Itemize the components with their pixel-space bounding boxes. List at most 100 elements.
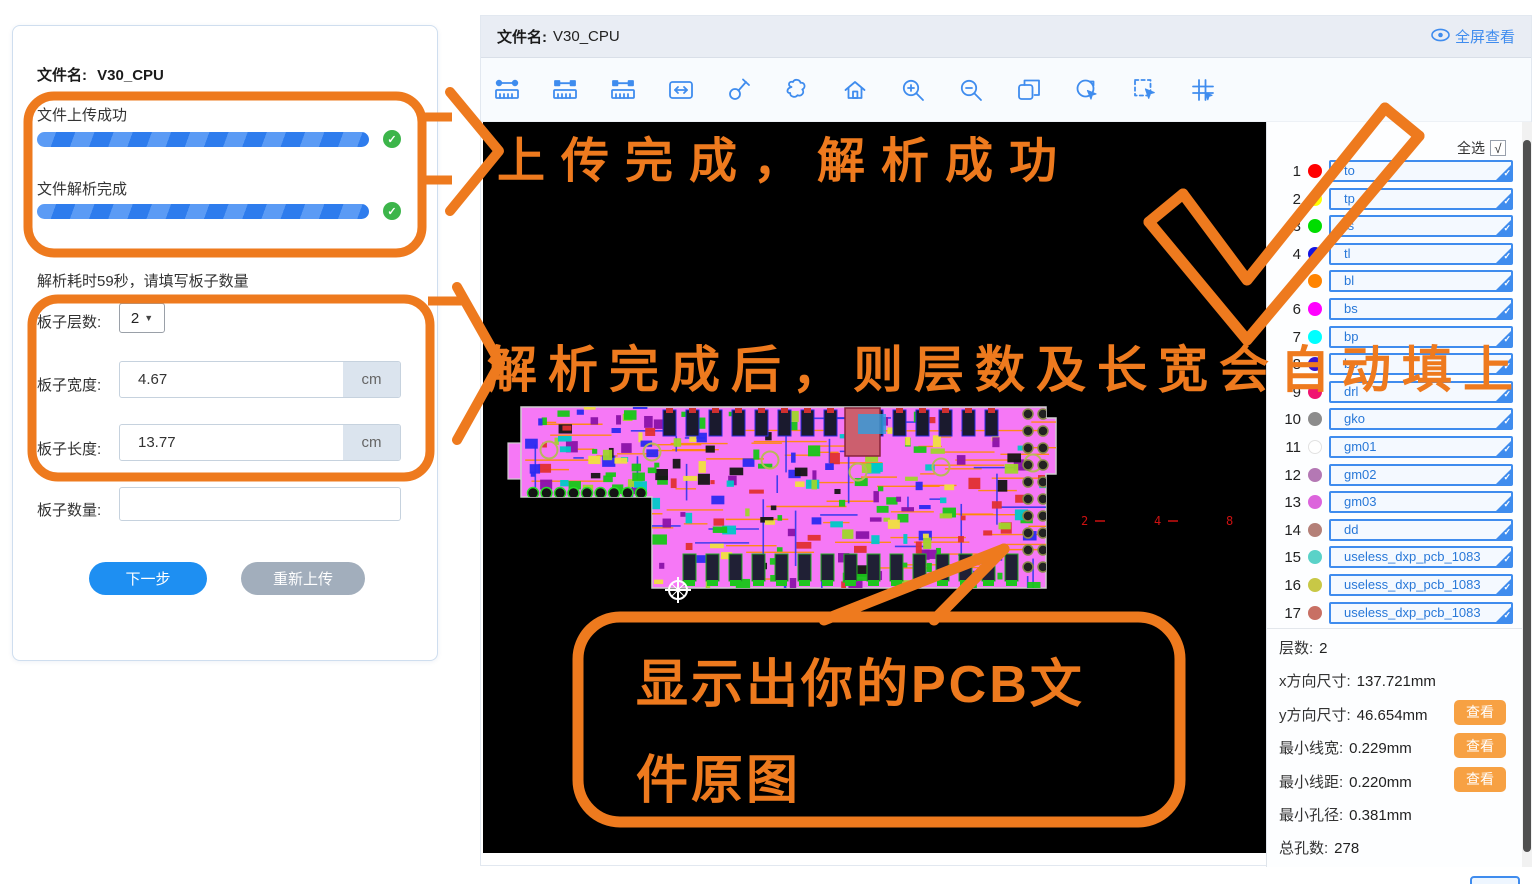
layer-name-input[interactable]: useless_dxp_pcb_1083✓ (1329, 546, 1513, 568)
layers-select-value: 2 (131, 310, 139, 327)
rotate-select-icon[interactable] (1065, 70, 1109, 110)
upload-status-text: 文件上传成功 (37, 104, 127, 125)
board-info-row: y方向尺寸:46.654mm查看 (1267, 696, 1522, 729)
chevron-down-icon: ▼ (144, 313, 153, 323)
layer-row: 14dd✓ (1267, 519, 1522, 546)
quantity-input[interactable] (119, 487, 401, 521)
info-value: 0.220mm (1349, 774, 1412, 791)
layer-color-dot (1308, 219, 1322, 233)
layer-name-input[interactable]: ts✓ (1329, 215, 1513, 237)
scale-mark: 4 (1154, 514, 1161, 528)
check-icon: ✓ (1503, 523, 1511, 541)
sidebar-scrollbar[interactable] (1522, 122, 1532, 867)
reupload-button[interactable]: 重新上传 (241, 562, 365, 595)
annotation-note-top: 上传完成，解析成功 (497, 121, 1073, 191)
layer-name-input[interactable]: gm03✓ (1329, 491, 1513, 513)
board-info-block: 层数:2x方向尺寸:137.721mmy方向尺寸:46.654mm查看最小线宽:… (1267, 628, 1522, 863)
layer-color-dot (1308, 495, 1322, 509)
pcb-canvas[interactable]: 2 4 8 (483, 122, 1266, 853)
check-icon: ✓ (1503, 468, 1511, 486)
check-icon: ✓ (1503, 247, 1511, 265)
length-unit: cm (343, 425, 400, 460)
board-info-row: 最小线宽:0.229mm查看 (1267, 729, 1522, 762)
next-step-button[interactable]: 下一步 (89, 562, 207, 595)
freeform-shape-icon[interactable] (775, 70, 819, 110)
layer-row: 5 bl✓ (1267, 270, 1522, 297)
measure-pads2-icon[interactable] (601, 70, 645, 110)
annotation-callout-line1: 显示出你的PCB文 (636, 642, 1085, 717)
layer-number: 16 (1273, 577, 1301, 594)
layer-name-input[interactable]: gm02✓ (1329, 464, 1513, 486)
layer-color-dot (1308, 247, 1322, 261)
home-icon[interactable] (833, 70, 877, 110)
length-value: 13.77 (120, 425, 343, 460)
layer-color-dot (1308, 550, 1322, 564)
layers-select[interactable]: 2 ▼ (119, 303, 165, 333)
layer-row: 10gko✓ (1267, 408, 1522, 435)
scale-mark: 8 (1226, 514, 1233, 528)
layer-color-dot (1308, 192, 1322, 206)
info-label: 层数: (1279, 640, 1313, 657)
scrollbar-thumb[interactable] (1523, 140, 1531, 852)
layer-row: 6bs✓ (1267, 298, 1522, 325)
parse-progress-bar (37, 204, 369, 219)
layer-name-input[interactable]: gko✓ (1329, 408, 1513, 430)
file-name-value: V30_CPU (97, 67, 164, 84)
layer-color-dot (1308, 164, 1322, 178)
layer-number: 17 (1273, 605, 1301, 622)
length-field[interactable]: 13.77 cm (119, 424, 401, 461)
layer-name-input[interactable]: useless_dxp_pcb_1083✓ (1329, 602, 1513, 624)
measure-distance-icon[interactable] (485, 70, 529, 110)
zoom-out-icon[interactable] (949, 70, 993, 110)
partial-button[interactable] (1470, 876, 1520, 884)
parse-success-check-icon: ✓ (383, 202, 401, 220)
layer-row: 1 to✓ (1267, 160, 1522, 187)
view-button[interactable]: 查看 (1454, 700, 1506, 725)
layer-name-input[interactable]: bl✓ (1329, 270, 1513, 292)
info-value: 0.381mm (1349, 807, 1412, 824)
layer-number: 12 (1273, 467, 1301, 484)
check-icon: ✓ (1503, 164, 1511, 182)
info-label: 总孔数: (1279, 840, 1328, 857)
annotation-callout-line2: 件原图 (636, 738, 801, 813)
check-icon: ✓ (1503, 495, 1511, 513)
select-all-label: 全选 (1457, 138, 1485, 158)
layer-row: 12 gm02✓ (1267, 464, 1522, 491)
measure-width-icon[interactable] (659, 70, 703, 110)
marquee-select-icon[interactable] (1123, 70, 1167, 110)
layer-number: 1 (1273, 163, 1301, 180)
view-button[interactable]: 查看 (1454, 767, 1506, 792)
layer-name-input[interactable]: bs✓ (1329, 298, 1513, 320)
layer-row: 2tp✓ (1267, 188, 1522, 215)
width-unit: cm (343, 362, 400, 397)
layer-name-input[interactable]: useless_dxp_pcb_1083✓ (1329, 574, 1513, 596)
upload-progress-bar (37, 132, 369, 147)
view-button[interactable]: 查看 (1454, 733, 1506, 758)
grid-icon[interactable] (1181, 70, 1225, 110)
probe-icon[interactable] (717, 70, 761, 110)
layer-name-input[interactable]: dd✓ (1329, 519, 1513, 541)
layer-color-dot (1308, 578, 1322, 592)
layer-color-dot (1308, 606, 1322, 620)
info-label: 最小线宽: (1279, 740, 1343, 757)
board-info-row: 层数:2 (1267, 629, 1522, 662)
select-all-checkbox[interactable]: √ (1490, 140, 1506, 156)
layer-name-input[interactable]: gm01✓ (1329, 436, 1513, 458)
layer-name-input[interactable]: to✓ (1329, 160, 1513, 182)
layer-name-input[interactable]: tp✓ (1329, 188, 1513, 210)
info-value: 137.721mm (1357, 673, 1436, 690)
check-icon: ✓ (1503, 302, 1511, 320)
length-label: 板子长度: (37, 438, 101, 459)
scale-mark: 2 (1081, 514, 1088, 528)
zoom-in-icon[interactable] (891, 70, 935, 110)
select-all-row: 全选 √ (1457, 138, 1506, 158)
measure-pads-icon[interactable] (543, 70, 587, 110)
copy-icon[interactable] (1007, 70, 1051, 110)
file-name-line: 文件名: V30_CPU (37, 64, 164, 85)
page: 文件名: V30_CPU 文件上传成功 ✓ 文件解析完成 ✓ 解析耗时59秒，请… (0, 0, 1532, 884)
layer-name-input[interactable]: tl✓ (1329, 243, 1513, 265)
parse-note-text: 解析耗时59秒，请填写板子数量 (37, 270, 249, 291)
fullscreen-link[interactable]: 全屏查看 (1431, 26, 1515, 47)
width-field[interactable]: 4.67 cm (119, 361, 401, 398)
layer-number: 5 (1273, 273, 1301, 290)
